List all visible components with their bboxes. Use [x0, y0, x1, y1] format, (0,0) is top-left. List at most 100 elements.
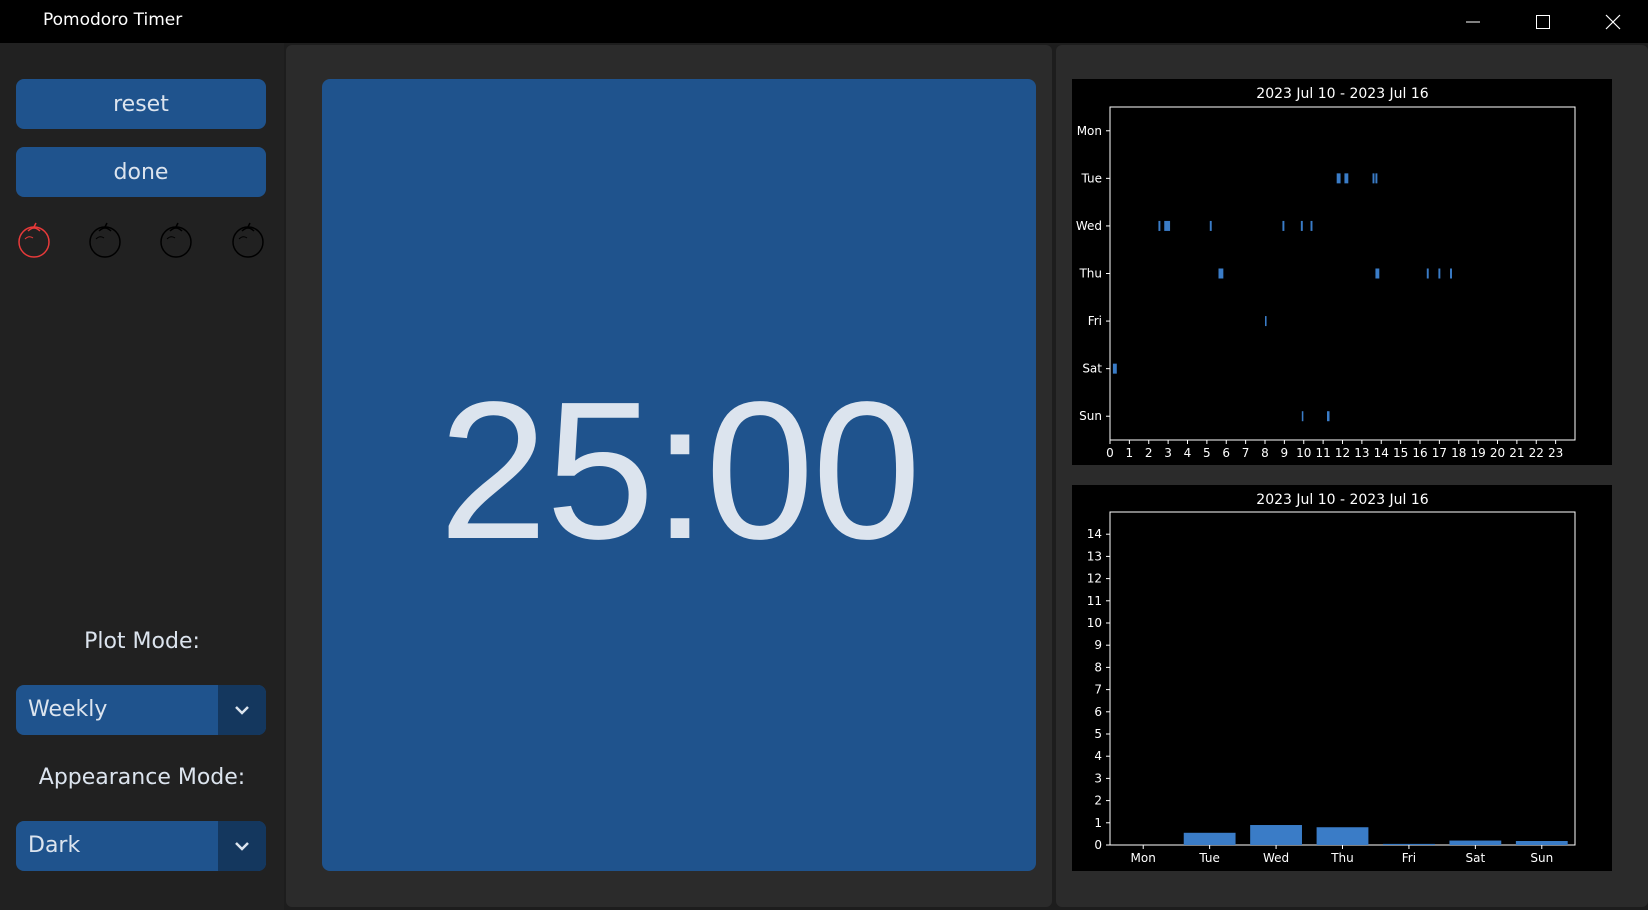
daily-hours-svg: 2023 Jul 10 - 2023 Jul 16012345678910111…	[1087, 492, 1576, 865]
tomato-icon	[157, 221, 195, 259]
appearance-mode-label: Appearance Mode:	[38, 765, 246, 790]
y-tick-label: Sun	[1079, 409, 1102, 423]
y-tick-label: 12	[1087, 572, 1102, 586]
x-tick-label: 16	[1412, 446, 1427, 460]
y-tick-label: 3	[1094, 771, 1102, 785]
y-tick-label: 8	[1094, 660, 1102, 674]
plot-frame	[1109, 106, 1576, 441]
plot-mode-label: Plot Mode:	[84, 629, 200, 654]
session-mark	[1375, 173, 1378, 184]
plot-frame	[1109, 511, 1576, 846]
x-tick-label: 17	[1432, 446, 1447, 460]
maximize-icon	[1536, 14, 1550, 29]
bar	[1183, 832, 1236, 845]
minimize-icon	[1466, 21, 1480, 22]
y-tick-label: 7	[1094, 683, 1102, 697]
y-tick-label: 13	[1087, 549, 1102, 563]
x-tick-label: 20	[1490, 446, 1505, 460]
timer-text: 25:00	[438, 360, 921, 580]
x-tick-label: Sat	[1466, 851, 1486, 865]
bar	[1383, 843, 1435, 845]
x-tick-label: 9	[1281, 446, 1289, 460]
x-tick-label: Wed	[1263, 851, 1289, 865]
y-tick-label: 14	[1087, 527, 1102, 541]
x-tick-label: 2	[1145, 446, 1153, 460]
x-tick-label: 7	[1242, 446, 1250, 460]
y-tick-label: Thu	[1078, 267, 1102, 281]
x-tick-label: Thu	[1330, 851, 1354, 865]
x-tick-label: 22	[1529, 446, 1544, 460]
plot-mode-dropdown[interactable]: Weekly	[16, 685, 266, 735]
y-tick-label: Mon	[1077, 124, 1102, 138]
title-bar: Pomodoro Timer	[0, 0, 1648, 43]
session-mark	[1265, 316, 1267, 327]
tomato-icon	[86, 221, 124, 259]
x-tick-label: Mon	[1131, 851, 1156, 865]
reset-button[interactable]: reset	[16, 79, 266, 129]
sidebar: reset done Plot Mode: Weekly Appearance …	[0, 43, 284, 910]
bar	[1316, 827, 1369, 845]
session-mark	[1209, 220, 1212, 231]
session-mark	[1336, 173, 1341, 184]
y-tick-label: 0	[1094, 838, 1102, 852]
y-tick-label: 6	[1094, 705, 1102, 719]
x-tick-label: 0	[1106, 446, 1114, 460]
minimize-button[interactable]	[1440, 0, 1506, 43]
close-icon	[1605, 14, 1621, 29]
maximize-button[interactable]	[1510, 0, 1576, 43]
y-tick-label: 1	[1094, 816, 1102, 830]
appearance-mode-dropdown-arrow[interactable]	[218, 821, 266, 871]
x-tick-label: 19	[1470, 446, 1485, 460]
appearance-mode-dropdown[interactable]: Dark	[16, 821, 266, 871]
session-mark	[1112, 363, 1117, 374]
sessions-timeline-svg: 2023 Jul 10 - 2023 Jul 160 1 2 3 4 5 6 7 8 9 10 11 1…	[1076, 86, 1576, 460]
plot-mode-value: Weekly	[28, 697, 108, 722]
session-mark	[1158, 220, 1161, 231]
session-mark	[1301, 411, 1304, 422]
bar	[1449, 840, 1502, 845]
session-mark	[1372, 173, 1375, 184]
session-mark	[1310, 220, 1313, 231]
x-tick-label: 8	[1261, 446, 1269, 460]
session-mark	[1426, 268, 1429, 279]
session-mark	[1218, 268, 1224, 279]
session-mark	[1164, 220, 1171, 231]
bar	[1515, 841, 1568, 845]
y-tick-label: Sat	[1082, 362, 1102, 376]
sessions-timeline-chart: 2023 Jul 10 - 2023 Jul 16 0 1 2 3 4 5 6 7 8 9 10 11 1…	[1072, 79, 1612, 465]
y-tick-label: 4	[1094, 749, 1102, 763]
chart-title: 2023 Jul 10 - 2023 Jul 16	[1256, 86, 1429, 102]
y-tick-label: Wed	[1076, 219, 1102, 233]
y-tick-label: Fri	[1088, 314, 1102, 328]
x-tick-label: 23	[1548, 446, 1563, 460]
chevron-down-icon	[235, 706, 249, 715]
x-tick-label: 15	[1393, 446, 1408, 460]
close-button[interactable]	[1580, 0, 1646, 43]
x-tick-label: 3	[1164, 446, 1172, 460]
session-mark	[1438, 268, 1441, 279]
y-tick-label: 2	[1094, 794, 1102, 808]
done-button[interactable]: done	[16, 147, 266, 197]
session-mark	[1282, 220, 1285, 231]
x-tick-label: 1	[1126, 446, 1134, 460]
tomato-icon	[15, 221, 53, 259]
y-tick-label: 5	[1094, 727, 1102, 741]
session-mark	[1450, 268, 1452, 279]
x-tick-label: 21	[1509, 446, 1524, 460]
x-tick-label: Tue	[1198, 851, 1220, 865]
session-mark	[1344, 173, 1349, 184]
x-tick-label: 14	[1374, 446, 1389, 460]
plot-mode-dropdown-arrow[interactable]	[218, 685, 266, 735]
session-mark	[1375, 268, 1380, 279]
window-title: Pomodoro Timer	[43, 10, 183, 30]
x-tick-label: Sun	[1530, 851, 1553, 865]
x-tick-label: 12	[1335, 446, 1350, 460]
x-tick-label: 13	[1354, 446, 1369, 460]
session-mark	[1300, 220, 1303, 231]
x-tick-label: 6	[1222, 446, 1230, 460]
x-tick-label: 18	[1451, 446, 1466, 460]
appearance-mode-value: Dark	[28, 833, 81, 858]
timer-display: 25:00	[322, 79, 1036, 871]
tomato-icon	[229, 221, 267, 259]
chart-title: 2023 Jul 10 - 2023 Jul 16	[1256, 492, 1429, 508]
